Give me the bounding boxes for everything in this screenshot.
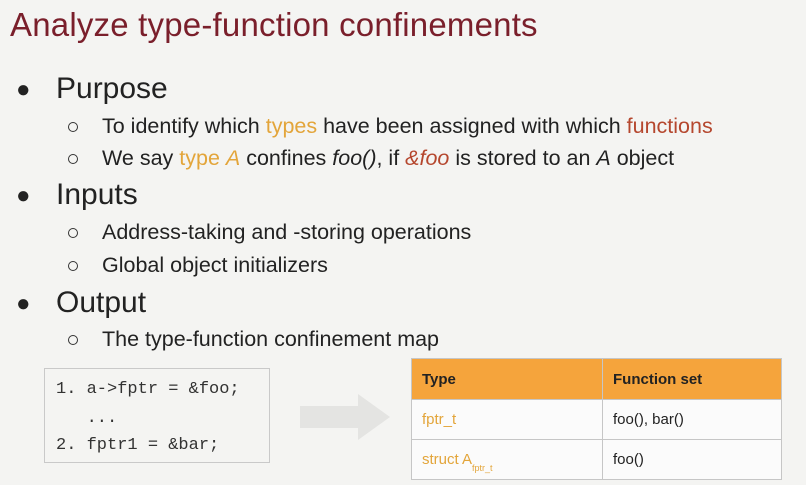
purpose-item-2: We say type A confines foo(), if &foo is… (68, 146, 674, 171)
cell-functions: foo() (602, 439, 782, 480)
code-line: 2. fptr1 = &bar; (56, 436, 220, 455)
bullet-icon: ● (16, 290, 31, 317)
sub-bullet-icon (68, 122, 78, 132)
foo-call: foo() (332, 146, 377, 170)
cell-type: struct Afptr_t (411, 439, 603, 480)
sub-bullet-icon (68, 335, 78, 345)
code-line: ... (56, 409, 118, 428)
section-purpose: ● Purpose (16, 72, 168, 106)
inputs-item-2: Global object initializers (68, 253, 328, 278)
table-row: fptr_t foo(), bar() (411, 399, 782, 440)
inputs-item-1: Address-taking and -storing operations (68, 220, 471, 245)
confinement-map-table: Type Function set fptr_t foo(), bar() st… (411, 358, 782, 480)
type-subscript: fptr_t (472, 463, 493, 473)
output-item-1: The type-function confinement map (68, 327, 439, 352)
type-a-highlight: type A (179, 146, 241, 170)
section-output: ● Output (16, 286, 147, 320)
code-line: 1. a->fptr = &foo; (56, 380, 240, 399)
bullet-icon: ● (16, 76, 31, 103)
section-inputs: ● Inputs (16, 178, 138, 212)
header-type: Type (411, 358, 603, 400)
right-arrow-icon (300, 394, 390, 440)
table-header-row: Type Function set (411, 358, 782, 400)
slide-title: Analyze type-function confinements (10, 6, 538, 43)
bullet-icon: ● (16, 182, 31, 209)
header-function-set: Function set (602, 358, 782, 400)
section-heading: Purpose (56, 72, 168, 105)
code-snippet: 1. a->fptr = &foo; ... 2. fptr1 = &bar; (44, 368, 270, 463)
sub-bullet-icon (68, 154, 78, 164)
sub-bullet-icon (68, 228, 78, 238)
section-heading: Inputs (56, 178, 138, 211)
cell-functions: foo(), bar() (602, 399, 782, 440)
functions-highlight: functions (626, 114, 713, 138)
table-row: struct Afptr_t foo() (411, 439, 782, 480)
cell-type: fptr_t (411, 399, 603, 440)
purpose-item-1: To identify which types have been assign… (68, 114, 713, 139)
section-heading: Output (56, 286, 147, 319)
sub-bullet-icon (68, 261, 78, 271)
types-highlight: types (265, 114, 318, 138)
foo-address: &foo (405, 146, 450, 170)
